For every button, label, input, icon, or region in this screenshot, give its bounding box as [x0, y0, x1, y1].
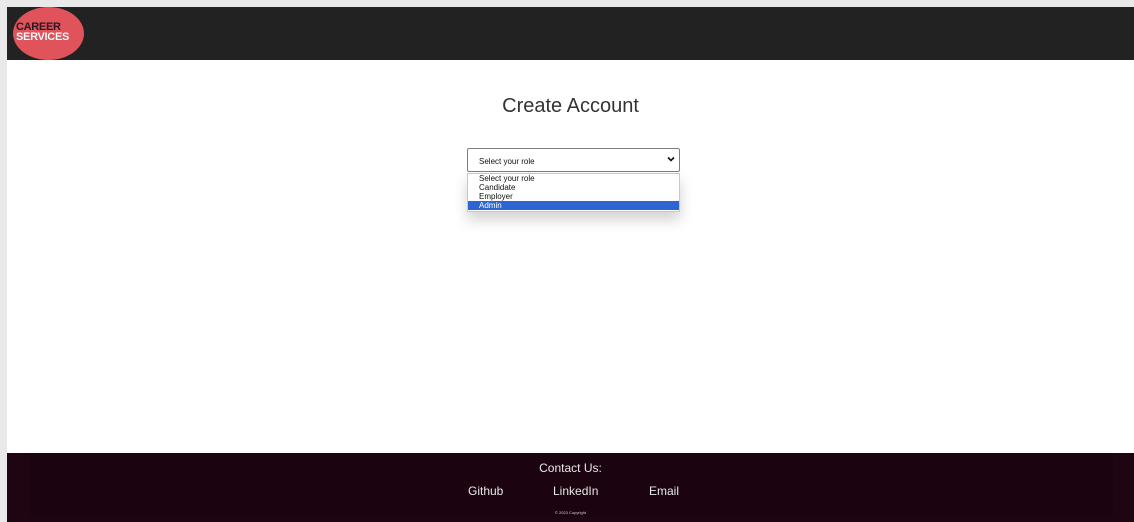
page-title: Create Account — [502, 95, 639, 117]
role-select[interactable]: Select your role — [467, 148, 680, 172]
role-option-placeholder[interactable]: Select your role — [468, 174, 679, 183]
role-option-candidate[interactable]: Candidate — [468, 183, 679, 192]
career-services-logo[interactable]: CAREER SERVICES — [13, 7, 84, 60]
footer-links: Github LinkedIn Email — [7, 484, 1134, 500]
email-link[interactable]: Email — [649, 484, 679, 498]
role-dropdown-list: Select your role Candidate Employer Admi… — [467, 173, 680, 212]
role-option-admin[interactable]: Admin — [468, 201, 679, 210]
role-option-employer[interactable]: Employer — [468, 192, 679, 201]
top-navbar: CAREER SERVICES — [7, 7, 1134, 60]
logo-text-line2: SERVICES — [16, 31, 70, 43]
github-link[interactable]: Github — [468, 484, 503, 498]
chevron-down-icon — [667, 156, 675, 162]
footer: Contact Us: Github LinkedIn Email © 2023… — [7, 453, 1134, 522]
page: CAREER SERVICES Create Account Select yo… — [7, 7, 1134, 522]
copyright-text: © 2023 Copyright — [554, 510, 587, 515]
role-select-value: Select your role — [479, 157, 535, 166]
linkedin-link[interactable]: LinkedIn — [553, 484, 598, 498]
contact-heading: Contact Us: — [539, 461, 602, 475]
